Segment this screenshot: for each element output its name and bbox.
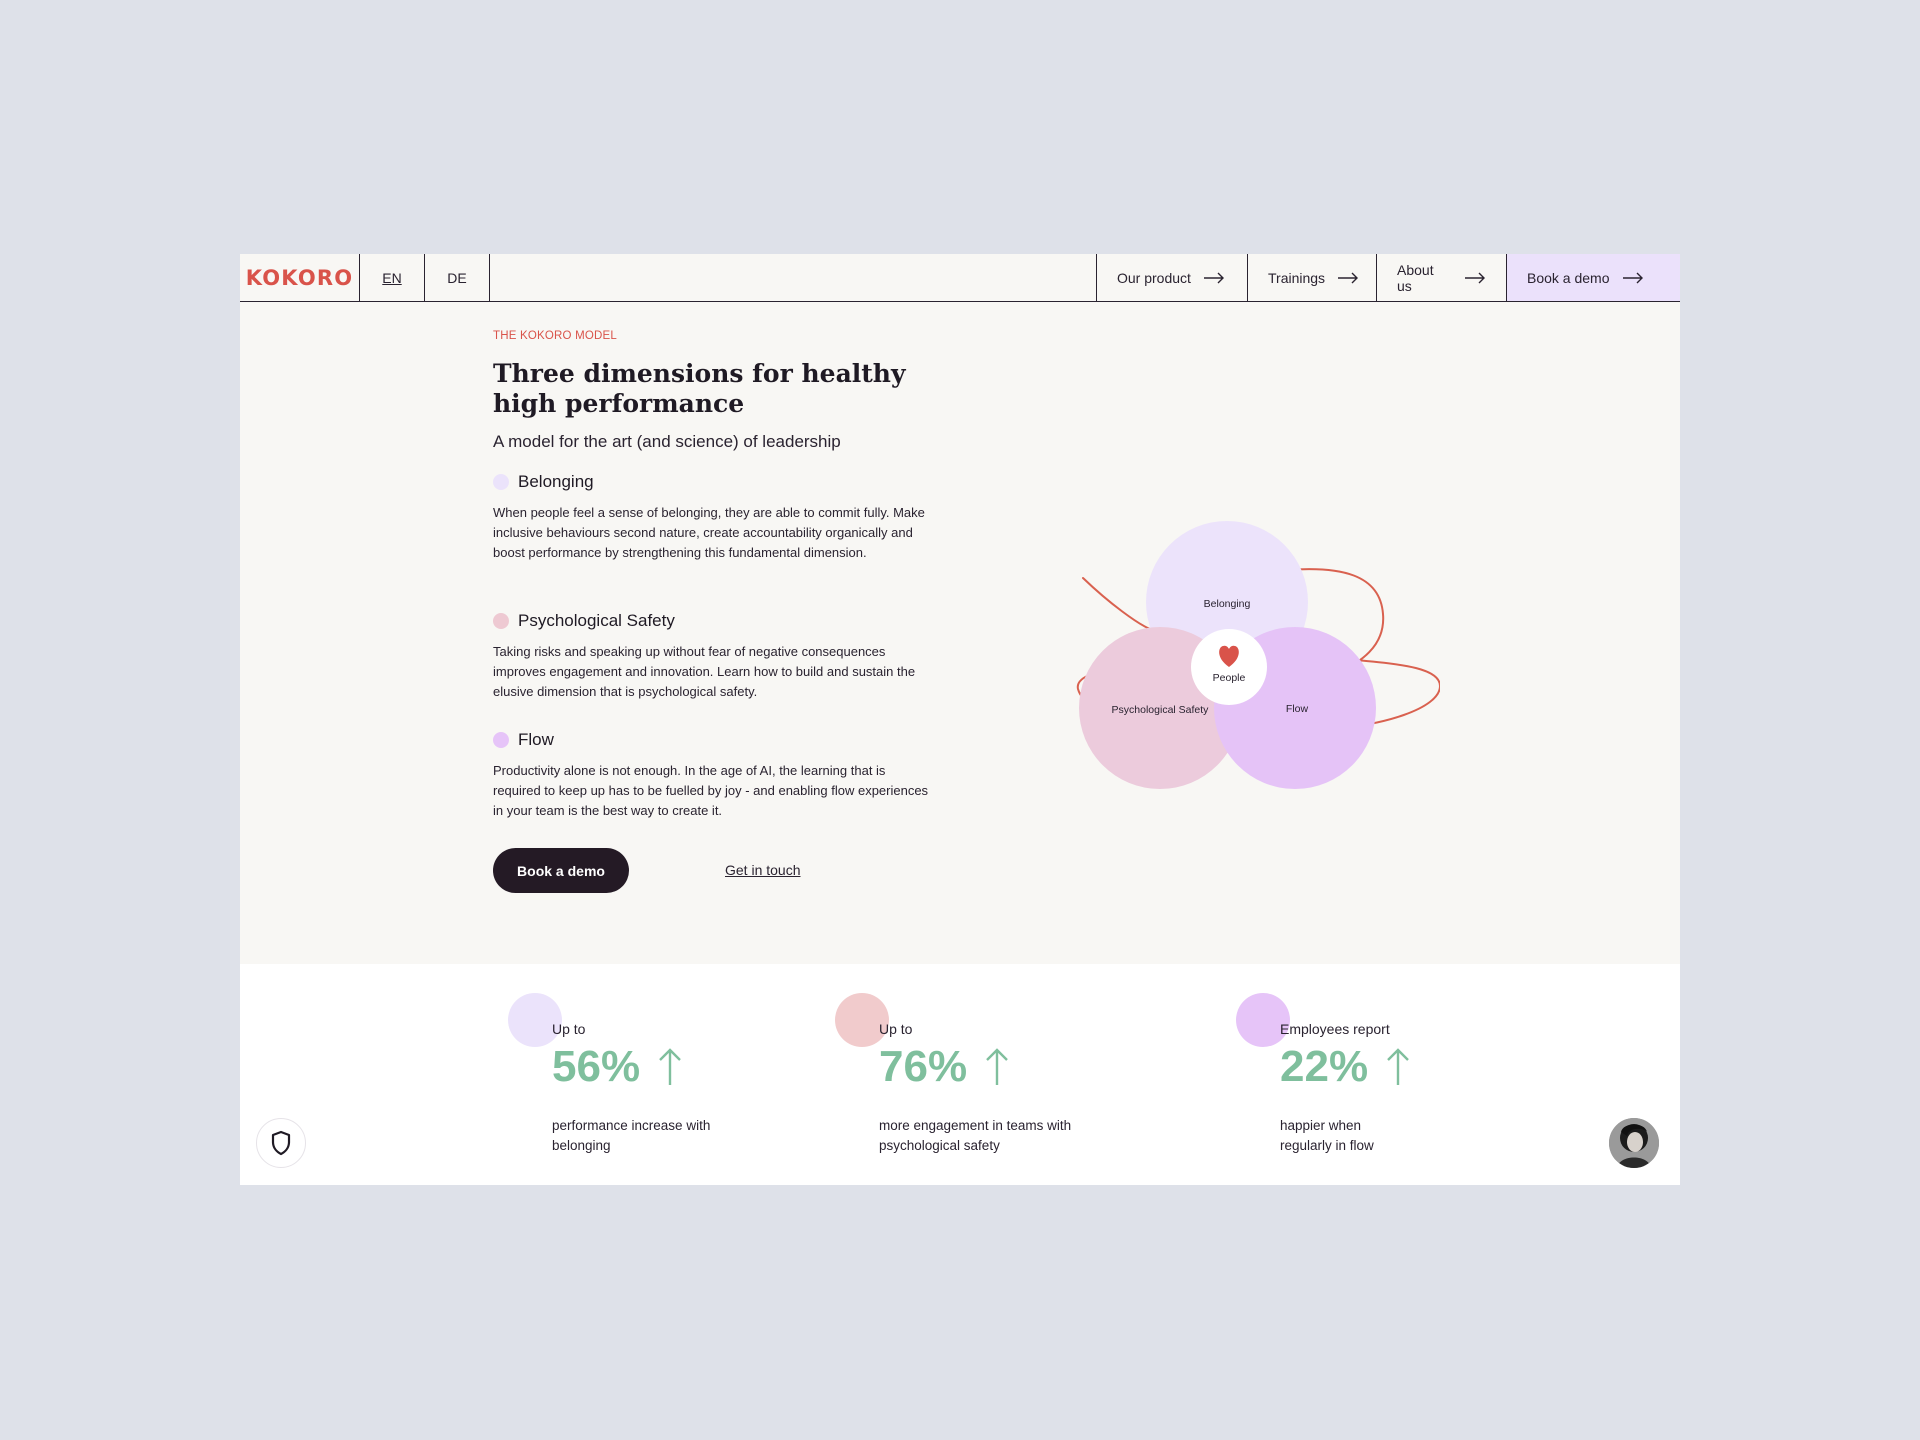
page-title: Three dimensions for healthy high perfor…	[493, 359, 906, 418]
stat-value: 76%	[879, 1042, 968, 1091]
stat-value-row: 56%	[552, 1042, 682, 1092]
arrow-up-icon	[1387, 1048, 1409, 1085]
stat-pre: Employees report	[1280, 1021, 1390, 1037]
book-demo-button[interactable]: Book a demo	[493, 848, 629, 893]
shield-icon	[271, 1130, 291, 1156]
arrow-right-icon	[1203, 272, 1224, 283]
eyebrow: THE KOKORO MODEL	[493, 330, 617, 342]
arrow-up-icon	[659, 1048, 681, 1085]
nav-book-demo-label: Book a demo	[1527, 269, 1610, 286]
nav-about-us[interactable]: About us	[1376, 254, 1506, 301]
safety-label: Psychological Safety	[1112, 704, 1210, 716]
page-frame: KOKORO EN DE Our product Trainings About…	[240, 254, 1680, 1185]
nav-our-product-label: Our product	[1117, 269, 1191, 286]
kokoro-model-diagram: Belonging Psychological Safety Flow Peop…	[1076, 521, 1440, 789]
stat-blob	[835, 993, 889, 1047]
arrow-up-icon	[986, 1048, 1008, 1085]
flow-dot	[493, 732, 509, 748]
stat-blob	[1236, 993, 1290, 1047]
stat-pre: Up to	[879, 1021, 913, 1037]
dimension-flow: Flow Productivity alone is not enough. I…	[493, 730, 933, 821]
lang-de[interactable]: DE	[425, 254, 490, 301]
logo[interactable]: KOKORO	[240, 254, 360, 301]
dimension-title: Flow	[518, 730, 554, 749]
nav-trainings-label: Trainings	[1268, 269, 1326, 286]
stats-section: Up to 56% performance increase with belo…	[240, 964, 1680, 1185]
belonging-dot	[493, 474, 509, 490]
arrow-right-icon	[1465, 272, 1485, 283]
stat-pre: Up to	[552, 1021, 586, 1037]
top-nav: KOKORO EN DE Our product Trainings About…	[240, 254, 1680, 302]
dimension-head: Belonging	[493, 472, 933, 492]
nav-our-product[interactable]: Our product	[1096, 254, 1247, 301]
flow-label: Flow	[1286, 703, 1309, 715]
stat-desc: more engagement in teams with psychologi…	[879, 1118, 1072, 1153]
stat-value: 56%	[552, 1042, 641, 1091]
dimension-title: Belonging	[518, 472, 594, 491]
dimension-belonging: Belonging When people feel a sense of be…	[493, 472, 933, 563]
arrow-right-icon	[1622, 272, 1643, 283]
page-subtitle: A model for the art (and science) of lea…	[493, 432, 841, 451]
safety-dot	[493, 613, 509, 629]
get-in-touch-link[interactable]: Get in touch	[725, 862, 801, 878]
dimension-text: Taking risks and speaking up without fea…	[493, 644, 916, 699]
lang-en-label: EN	[382, 269, 402, 286]
stat-blob	[508, 993, 562, 1047]
dimension-title: Psychological Safety	[518, 611, 675, 630]
nav-about-us-label: About us	[1397, 261, 1434, 294]
nav-trainings[interactable]: Trainings	[1247, 254, 1376, 301]
dimension-text: When people feel a sense of belonging, t…	[493, 505, 925, 560]
dimension-head: Flow	[493, 730, 933, 750]
stat-value: 22%	[1280, 1042, 1369, 1091]
stat-value-row: 76%	[879, 1042, 1009, 1092]
stat-desc: happier when regularly in flow	[1280, 1118, 1374, 1153]
dimension-psychological-safety: Psychological Safety Taking risks and sp…	[493, 611, 933, 702]
nav-book-demo[interactable]: Book a demo	[1506, 254, 1680, 301]
stat-desc: performance increase with belonging	[552, 1118, 711, 1153]
arrow-right-icon	[1338, 272, 1359, 283]
belonging-label: Belonging	[1204, 598, 1251, 610]
dimension-head: Psychological Safety	[493, 611, 933, 631]
lang-de-label: DE	[447, 269, 467, 286]
people-label: People	[1213, 672, 1246, 684]
dimension-text: Productivity alone is not enough. In the…	[493, 763, 929, 818]
avatar	[1609, 1118, 1659, 1168]
stat-value-row: 22%	[1280, 1042, 1410, 1092]
privacy-button[interactable]	[256, 1118, 306, 1168]
lang-en[interactable]: EN	[360, 254, 425, 301]
chat-avatar-button[interactable]	[1609, 1118, 1659, 1168]
